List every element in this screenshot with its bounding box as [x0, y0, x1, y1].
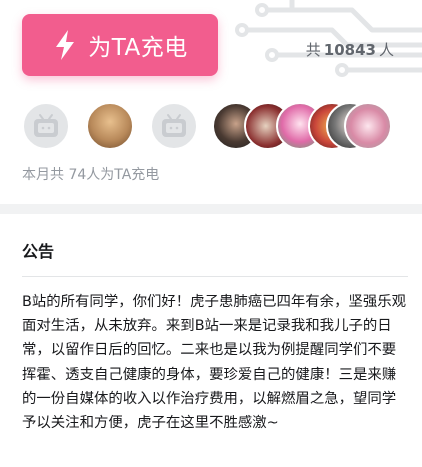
- notice-divider: [22, 276, 408, 277]
- month-summary: 本月共 74人为TA充电: [22, 167, 160, 183]
- avatar[interactable]: [150, 102, 198, 150]
- lightning-icon: [52, 29, 78, 61]
- charge-total: 共 10843 人: [306, 39, 394, 60]
- total-prefix: 共: [305, 41, 321, 59]
- notice-title: 公告: [22, 242, 55, 261]
- tv-placeholder-icon: [34, 114, 58, 137]
- total-count: 10843: [323, 41, 376, 59]
- supporter-avatars: [22, 102, 402, 154]
- avatar[interactable]: [86, 102, 134, 150]
- section-divider: [0, 204, 422, 214]
- charge-button-label: 为TA充电: [88, 35, 188, 61]
- avatar[interactable]: [22, 102, 70, 150]
- total-suffix: 人: [378, 41, 394, 59]
- tv-placeholder-icon: [162, 114, 186, 137]
- notice-body: B站的所有同学，你们好！虎子患肺癌已四年有余，坚强乐观面对生活，从未放弃。来到B…: [22, 294, 407, 432]
- charge-button[interactable]: 为TA充电: [22, 14, 218, 76]
- avatar[interactable]: [344, 102, 392, 150]
